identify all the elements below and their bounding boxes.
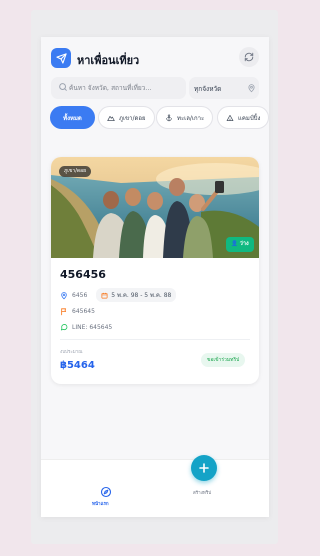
meeting-row: 645645 [60,307,95,316]
send-icon [55,52,67,64]
app-screen: หาเพื่อนเที่ยว ทุกจังหวัด ทั้งหมด ภูเขา/… [41,37,269,517]
status-label: ว่าง [239,241,249,247]
search-input[interactable] [69,80,181,96]
app-logo [51,48,71,68]
calendar-icon [101,292,108,298]
status-badge: 👤 ว่าง [226,237,254,252]
anchor-icon [166,113,172,121]
header: หาเพื่อนเที่ยว [41,37,269,75]
category-chips: ทั้งหมด ภูเขา/ดอย ทะเล/เกาะ แคมป์ปิ้ง [50,106,269,130]
chip-all[interactable]: ทั้งหมด [50,106,95,129]
chip-mountain[interactable]: ภูเขา/ดอย [98,106,155,129]
budget-label: งบประมาณ [60,350,83,355]
province-label: ทุกจังหวัด [194,85,222,93]
plus-icon [199,463,209,473]
create-trip-label: สร้างทริป [193,491,212,496]
date-pill: 5 พ.ค. 98 - 5 พ.ค. 88 [96,288,177,302]
chip-label: แคมป์ปิ้ง [238,114,261,122]
app-title: หาเพื่อนเที่ยว [77,54,140,67]
refresh-button[interactable] [239,47,259,67]
trip-title: 456456 [60,268,106,281]
flag-icon [61,308,67,316]
trip-date: 5 พ.ค. 98 - 5 พ.ค. 88 [111,292,172,299]
mountain-icon [107,115,115,121]
chip-label: ทะเล/เกาะ [177,114,205,122]
join-trip-button[interactable]: ขอเข้าร่วมทริป [201,353,246,367]
trip-meeting: 645645 [72,308,95,315]
trip-card[interactable]: ภูเขา/ดอย 👤 ว่าง 456456 6456 5 พ.ค. 98 -… [51,157,259,384]
search-icon [59,83,67,91]
tent-icon [226,114,234,121]
compass-icon [100,486,112,498]
chat-icon [60,324,68,331]
chip-label: ภูเขา/ดอย [119,114,146,122]
user-icon: 👤 [231,241,238,247]
contact-row: LINE: 645645 [60,323,112,331]
trip-line: LINE: 645645 [72,323,113,331]
province-select[interactable]: ทุกจังหวัด [189,77,259,99]
budget-value: ฿5464 [60,360,95,371]
chip-camping[interactable]: แคมป์ปิ้ง [217,106,269,129]
map-pin-icon [61,291,67,299]
bottom-nav: หน้าแรก [41,459,269,517]
card-divider [60,339,250,340]
chip-sea[interactable]: ทะเล/เกาะ [156,106,214,129]
trip-location: 6456 [72,291,88,299]
create-trip-button[interactable] [191,455,217,481]
search-box [51,77,186,99]
refresh-icon [244,52,254,62]
trip-meta-row: 6456 5 พ.ค. 98 - 5 พ.ค. 88 [60,288,177,302]
nav-home-label: หน้าแรก [92,502,109,507]
category-tag: ภูเขา/ดอย [59,166,92,177]
chip-label: ทั้งหมด [63,114,82,122]
map-pin-icon [248,84,255,93]
